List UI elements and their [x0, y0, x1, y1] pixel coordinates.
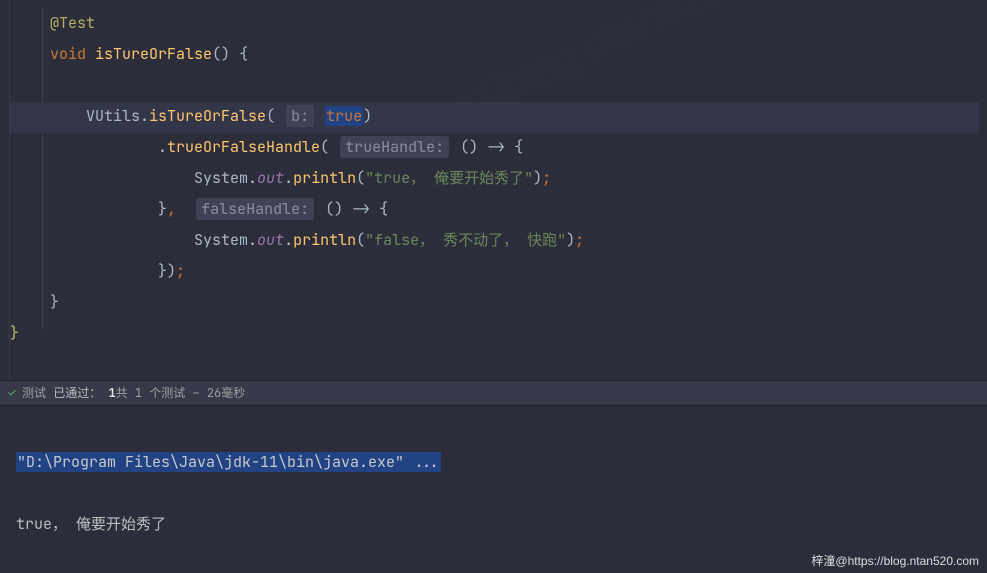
watermark-text: 梓潼@https://blog.ntan520.com [811, 552, 979, 569]
code-editor[interactable]: @Test void isTureOrFalse() { VUtils.isTu… [0, 0, 987, 380]
method-println: println [293, 168, 356, 188]
code-lines: @Test void isTureOrFalse() { VUtils.isTu… [10, 8, 987, 349]
test-status-bar[interactable]: 测试 已通过： 1共 1 个测试 – 26毫秒 [0, 380, 987, 406]
param-hint: trueHandle: [340, 136, 449, 158]
check-icon [6, 387, 18, 399]
command-line: "D:\Program Files\Java\jdk-11\bin\java.e… [16, 452, 441, 472]
string-literal: "true， 俺要开始秀了" [365, 168, 533, 188]
method-call: isTureOrFalse [149, 106, 266, 126]
method-call: trueOrFalseHandle [167, 137, 320, 157]
output-msg: 俺要开始秀了 [76, 514, 166, 534]
code-line[interactable]: } [10, 287, 987, 318]
class-system: System [194, 230, 248, 250]
code-line[interactable]: @Test [10, 8, 987, 39]
code-line[interactable]: void isTureOrFalse() { [10, 39, 987, 70]
output-true: true [16, 514, 52, 534]
code-line[interactable]: } [10, 318, 987, 349]
code-line[interactable]: VUtils.isTureOrFalse( b: true) [10, 101, 987, 132]
string-literal: "false， 秀不动了， 快跑" [365, 230, 566, 250]
gutter [0, 0, 10, 380]
method-name: isTureOrFalse [95, 44, 212, 64]
literal-true: true [325, 106, 363, 126]
keyword-void: void [50, 44, 86, 64]
console-output[interactable]: "D:\Program Files\Java\jdk-11\bin\java.e… [0, 406, 987, 573]
code-line[interactable]: }, falseHandle: () -> { [10, 194, 987, 225]
field-out: out [257, 168, 284, 188]
code-line[interactable]: }); [10, 256, 987, 287]
test-label: 测试 已通过： 1共 1 个测试 – 26毫秒 [22, 380, 245, 406]
console-line: "D:\Program Files\Java\jdk-11\bin\java.e… [16, 447, 971, 478]
class-system: System [194, 168, 248, 188]
class-ref: VUtils [86, 106, 140, 126]
code-line[interactable]: .trueOrFalseHandle( trueHandle: () -> { [10, 132, 987, 163]
annotation: @Test [50, 13, 95, 33]
method-println: println [293, 230, 356, 250]
param-hint: b: [286, 105, 314, 127]
code-line[interactable] [10, 70, 987, 101]
code-line[interactable]: System.out.println("false， 秀不动了， 快跑"); [10, 225, 987, 256]
code-line[interactable]: System.out.println("true， 俺要开始秀了"); [10, 163, 987, 194]
param-hint: falseHandle: [196, 198, 314, 220]
field-out: out [257, 230, 284, 250]
console-line: true， 俺要开始秀了 [16, 509, 971, 540]
